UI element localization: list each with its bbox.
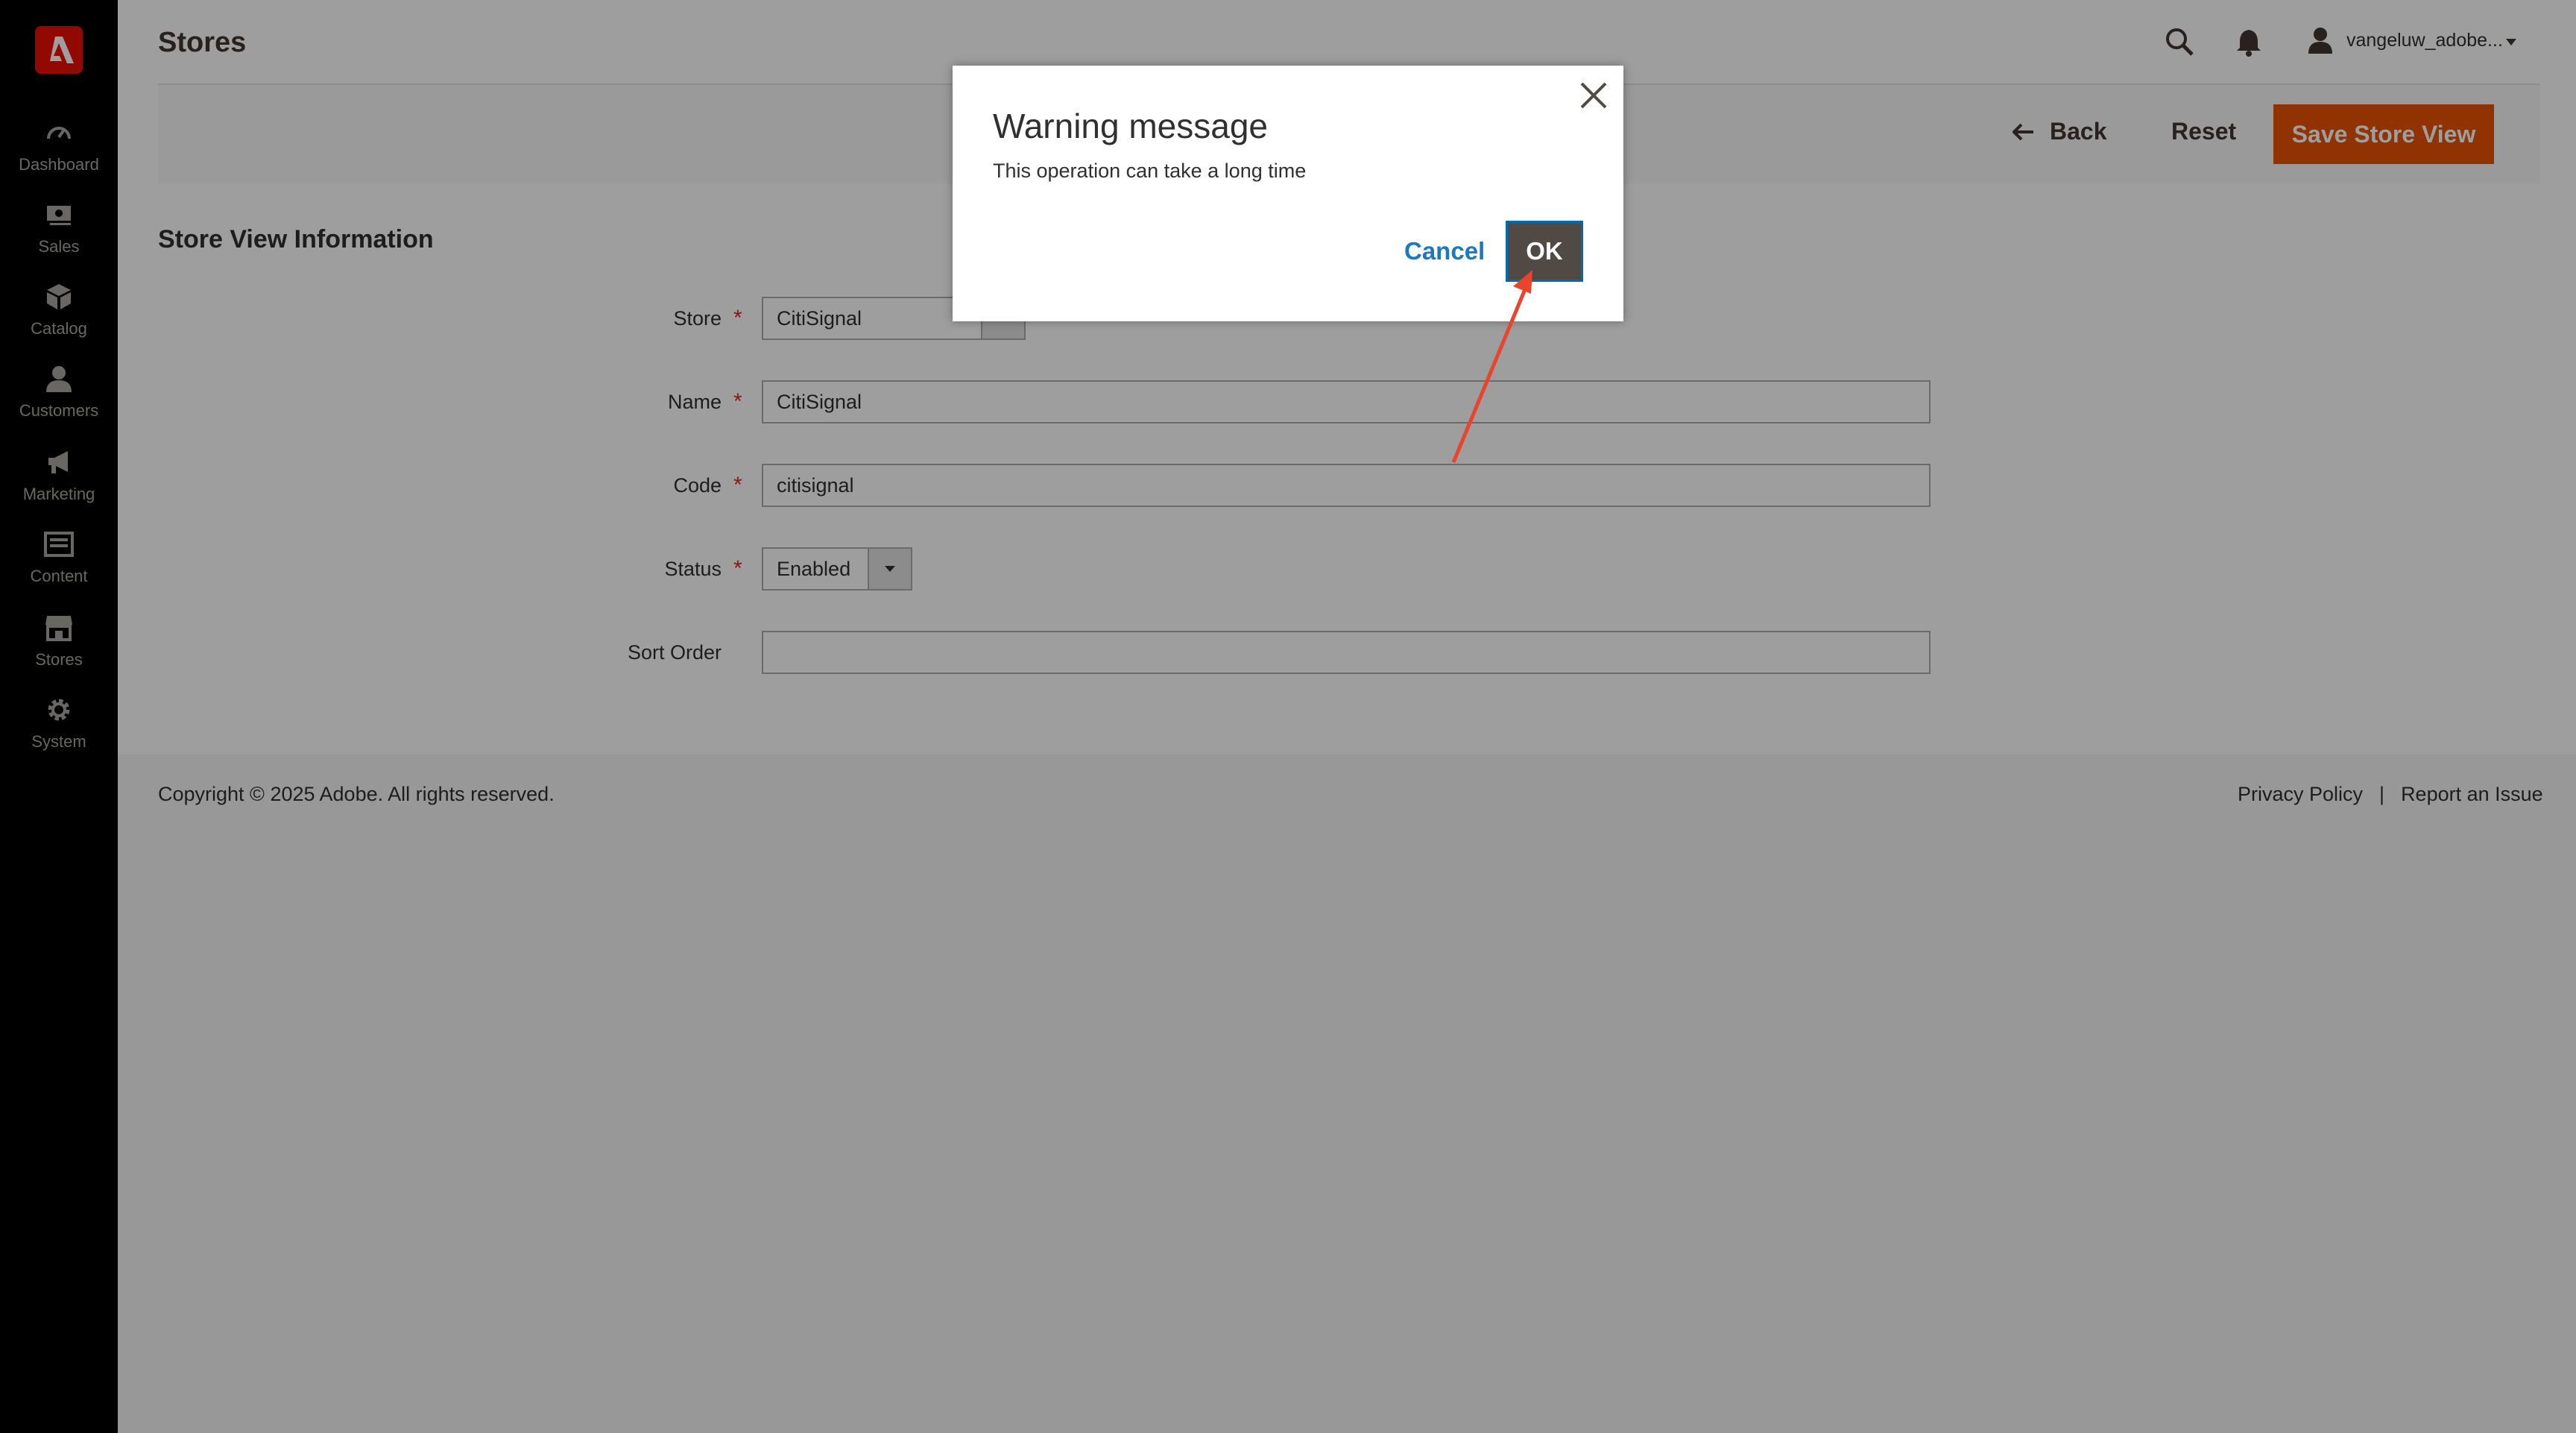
annotation-arrow (1451, 270, 1532, 463)
